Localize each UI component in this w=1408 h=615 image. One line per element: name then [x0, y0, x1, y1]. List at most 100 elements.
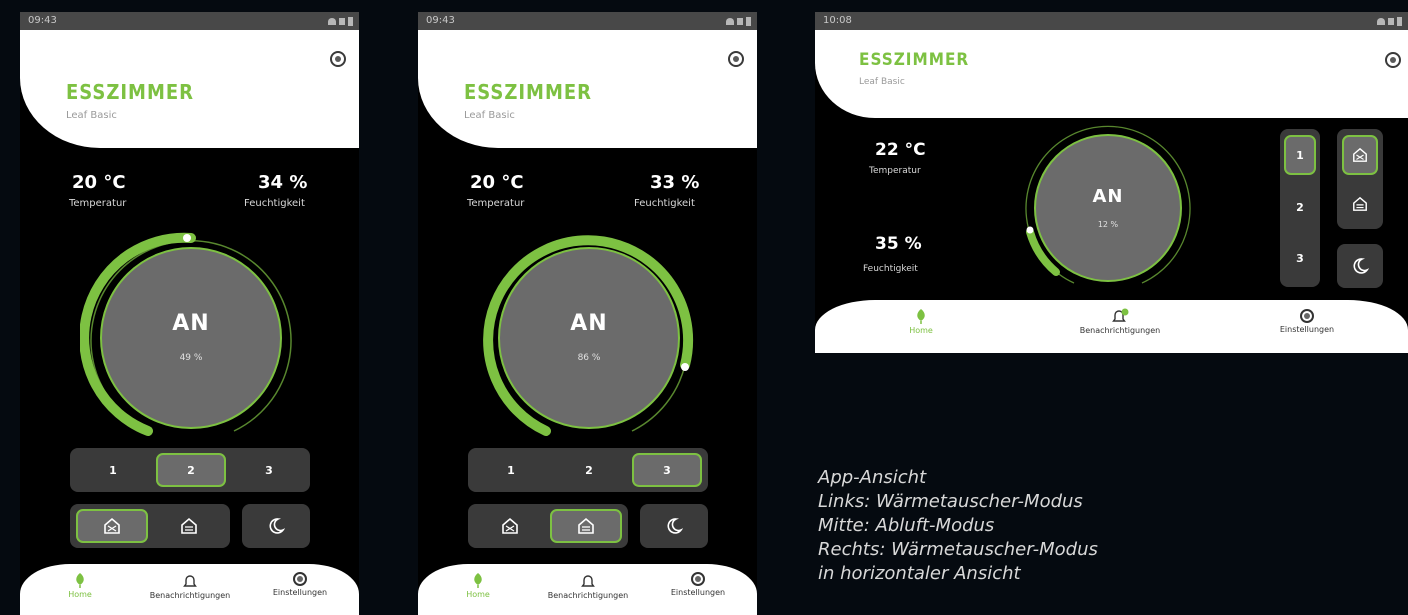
- level-arc-knob: [681, 363, 689, 371]
- fan-step-3[interactable]: 3: [234, 453, 304, 487]
- nav-home-label: Home: [466, 590, 490, 599]
- nav-home[interactable]: Home: [60, 572, 100, 599]
- power-dial[interactable]: AN 12 %: [1034, 134, 1182, 282]
- settings-icon: [691, 572, 705, 586]
- temperature-value: 22 °C: [875, 140, 926, 160]
- phone-screen-middle: 09:43 ESSZIMMER Leaf Basic 20 °C Tempera…: [418, 12, 757, 615]
- fan-step-3[interactable]: 3: [632, 453, 702, 487]
- mode-night-button[interactable]: [242, 504, 310, 548]
- fan-step-1[interactable]: 1: [476, 453, 546, 487]
- mode-night-button[interactable]: [640, 504, 708, 548]
- mode-night-button[interactable]: [1337, 244, 1383, 288]
- level-percent: 12 %: [1097, 220, 1119, 229]
- heat-exchanger-icon: [1353, 147, 1367, 162]
- header-card: [815, 30, 1408, 118]
- heat-exchanger-icon: [104, 517, 120, 534]
- status-bar: 09:43: [20, 12, 359, 30]
- humidity-label: Feuchtigkeit: [244, 198, 305, 209]
- settings-icon: [293, 572, 307, 586]
- nav-settings[interactable]: Einstellungen: [260, 572, 340, 597]
- level-percent: 86 %: [577, 353, 601, 363]
- nav-settings[interactable]: Einstellungen: [658, 572, 738, 597]
- power-dial[interactable]: AN 49 %: [100, 247, 282, 429]
- room-name: ESSZIMMER: [66, 80, 195, 104]
- phone-screen-left: 09:43 ESSZIMMER Leaf Basic 20 °C Tempera…: [20, 12, 359, 615]
- fan-step-2[interactable]: 2: [1284, 187, 1316, 227]
- fan-step-2[interactable]: 2: [156, 453, 226, 487]
- mode-exhaust-button[interactable]: [156, 509, 222, 543]
- power-state: AN: [1092, 186, 1124, 207]
- mode-heat-exchanger-button[interactable]: [76, 509, 148, 543]
- status-time: 09:43: [28, 15, 57, 26]
- nav-notifications[interactable]: Benachrichtigungen: [140, 573, 240, 600]
- caption: App-Ansicht Links: Wärmetauscher-Modus M…: [818, 466, 1098, 586]
- mode-exhaust-button[interactable]: [1342, 184, 1378, 224]
- power-dial[interactable]: AN 86 %: [498, 247, 680, 429]
- phone-screen-right: 10:08 ESSZIMMER Leaf Basic 22 °C Tempera…: [815, 12, 1408, 353]
- humidity-value: 34 %: [258, 172, 308, 193]
- fan-step-1[interactable]: 1: [78, 453, 148, 487]
- temperature-label: Temperatur: [467, 198, 525, 209]
- exhaust-icon: [181, 517, 197, 534]
- level-arc-knob: [1026, 226, 1034, 234]
- nav-notifications-label: Benachrichtigungen: [1079, 326, 1161, 335]
- caption-line-1: App-Ansicht: [818, 467, 927, 488]
- status-bar: 09:43: [418, 12, 757, 30]
- temperature-label: Temperatur: [869, 166, 921, 176]
- nav-settings-label: Einstellungen: [670, 588, 726, 597]
- nav-home-label: Home: [68, 590, 92, 599]
- status-time: 09:43: [426, 15, 455, 26]
- fan-step-3[interactable]: 3: [1284, 238, 1316, 278]
- humidity-value: 35 %: [875, 234, 922, 254]
- level-arc-knob: [183, 234, 191, 242]
- status-icons: [1377, 17, 1402, 26]
- nav-home[interactable]: Home: [458, 572, 498, 599]
- mode-exhaust-button[interactable]: [550, 509, 622, 543]
- fan-step-1[interactable]: 1: [1284, 135, 1316, 175]
- night-icon: [269, 518, 285, 534]
- heat-exchanger-icon: [502, 517, 518, 534]
- level-percent: 49 %: [179, 353, 203, 363]
- bell-notification-icon: [1112, 308, 1129, 322]
- status-bar: 10:08: [815, 12, 1408, 30]
- nav-home[interactable]: Home: [901, 308, 941, 335]
- device-model: Leaf Basic: [859, 77, 905, 87]
- mode-heat-exchanger-button[interactable]: [474, 509, 546, 543]
- fan-step-2[interactable]: 2: [554, 453, 624, 487]
- nav-settings-label: Einstellungen: [272, 588, 328, 597]
- nav-settings[interactable]: Einstellungen: [1267, 309, 1347, 334]
- leaf-home-icon: [917, 309, 925, 324]
- exhaust-icon: [1353, 196, 1367, 211]
- leaf-home-icon: [474, 573, 482, 588]
- exhaust-icon: [578, 517, 594, 534]
- nav-notifications[interactable]: Benachrichtigungen: [1065, 308, 1175, 335]
- settings-gear-icon[interactable]: [728, 51, 744, 67]
- nav-notifications-label: Benachrichtigungen: [149, 591, 231, 600]
- nav-notifications[interactable]: Benachrichtigungen: [538, 573, 638, 600]
- power-state: AN: [172, 311, 210, 336]
- room-name: ESSZIMMER: [859, 50, 970, 70]
- bell-icon: [183, 575, 197, 587]
- device-model: Leaf Basic: [464, 110, 515, 121]
- caption-line-3: Mitte: Abluft-Modus: [818, 515, 995, 536]
- humidity-label: Feuchtigkeit: [634, 198, 695, 209]
- nav-home-label: Home: [909, 326, 933, 335]
- temperature-value: 20 °C: [470, 172, 524, 193]
- caption-line-2: Links: Wärmetauscher-Modus: [818, 491, 1083, 512]
- night-icon: [1353, 258, 1369, 274]
- nav-notifications-label: Benachrichtigungen: [547, 591, 629, 600]
- settings-icon: [1300, 309, 1314, 323]
- nav-settings-label: Einstellungen: [1279, 325, 1335, 334]
- room-name: ESSZIMMER: [464, 80, 593, 104]
- caption-line-4: Rechts: Wärmetauscher-Modus: [818, 539, 1098, 560]
- settings-gear-icon[interactable]: [1385, 52, 1401, 68]
- mode-heat-exchanger-button[interactable]: [1342, 135, 1378, 175]
- device-model: Leaf Basic: [66, 110, 117, 121]
- status-icons: [328, 17, 353, 26]
- humidity-label: Feuchtigkeit: [863, 264, 918, 274]
- bell-icon: [581, 575, 595, 587]
- settings-gear-icon[interactable]: [330, 51, 346, 67]
- temperature-label: Temperatur: [69, 198, 127, 209]
- humidity-value: 33 %: [650, 172, 700, 193]
- status-time: 10:08: [823, 15, 852, 26]
